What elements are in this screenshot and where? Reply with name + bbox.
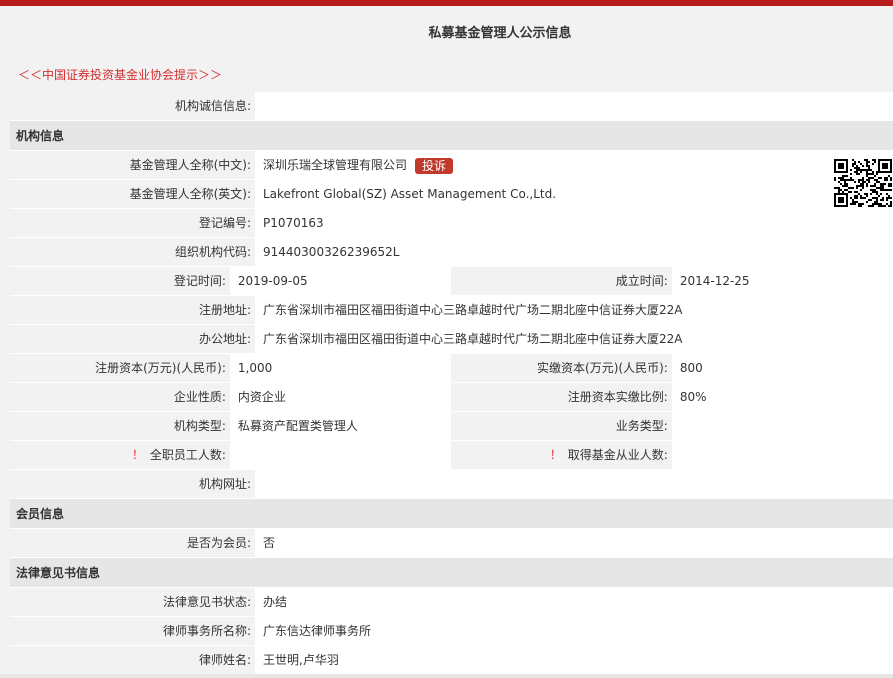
value-est-time: 2014-12-25 [671,267,893,295]
label-paid-capital: 实缴资本(万元)(人民币): [451,354,672,382]
row-is-member: 是否为会员: 否 [10,529,893,558]
label-qualified-cell: ！ 取得基金从业人数: [451,441,672,469]
value-website [255,470,893,498]
value-staff [229,441,452,469]
value-qualified [671,441,893,469]
label-is-member: 是否为会员: [10,529,255,557]
value-biz-type [671,412,893,440]
label-nature: 企业性质: [10,383,230,411]
value-org-code: 91440300326239652L [255,238,893,266]
value-reg-capital: 1,000 [229,354,452,382]
label-biz-type: 业务类型: [451,412,672,440]
row-legal-status: 法律意见书状态: 办结 [10,588,893,617]
label-est-time: 成立时间: [451,267,672,295]
label-reg-capital: 注册资本(万元)(人民币): [10,354,230,382]
value-is-member: 否 [255,529,893,557]
label-reg-no: 登记编号: [10,209,255,237]
complain-button[interactable]: 投诉 [415,157,454,174]
row-capital: 注册资本(万元)(人民币): 1,000 实缴资本(万元)(人民币): 800 [10,354,893,383]
section-legal-info: 法律意见书信息 [10,558,893,588]
warning-icon: ！ [549,448,562,462]
warning-icon: ！ [131,448,144,462]
value-office-addr: 广东省深圳市福田区福田街道中心三路卓越时代广场二期北座中信证券大厦22A [255,325,893,353]
section-org-info: 机构信息 [10,121,893,151]
label-reg-addr: 注册地址: [10,296,255,324]
row-times: 登记时间: 2019-09-05 成立时间: 2014-12-25 [10,267,893,296]
label-credit: 机构诚信信息: [10,92,255,120]
label-law-firm: 律师事务所名称: [10,617,255,645]
label-office-addr: 办公地址: [10,325,255,353]
label-website: 机构网址: [10,470,255,498]
row-website: 机构网址: [10,470,893,499]
value-org-type: 私募资产配置类管理人 [229,412,452,440]
association-notice-link[interactable]: ＜＜中国证券投资基金业协会提示＞＞ [18,66,222,83]
row-type: 机构类型: 私募资产配置类管理人 业务类型: [10,412,893,441]
row-org-code: 组织机构代码: 91440300326239652L [10,238,893,267]
label-org-type: 机构类型: [10,412,230,440]
value-nature: 内资企业 [229,383,452,411]
row-office-addr: 办公地址: 广东省深圳市福田区福田街道中心三路卓越时代广场二期北座中信证券大厦2… [10,325,893,354]
label-lawyer: 律师姓名: [10,646,255,674]
row-nature: 企业性质: 内资企业 注册资本实缴比例: 80% [10,383,893,412]
value-reg-addr: 广东省深圳市福田区福田街道中心三路卓越时代广场二期北座中信证券大厦22A [255,296,893,324]
value-reg-no: P1070163 [255,209,893,237]
value-legal-status: 办结 [255,588,893,616]
label-reg-time: 登记时间: [10,267,230,295]
label-paid-ratio: 注册资本实缴比例: [451,383,672,411]
row-reg-addr: 注册地址: 广东省深圳市福田区福田街道中心三路卓越时代广场二期北座中信证券大厦2… [10,296,893,325]
label-staff-cell: ！ 全职员工人数: [10,441,230,469]
row-lawyer: 律师姓名: 王世明,卢华羽 [10,646,893,675]
row-staff: ！ 全职员工人数: ！ 取得基金从业人数: [10,441,893,470]
label-name-cn: 基金管理人全称(中文): [10,151,255,179]
row-law-firm: 律师事务所名称: 广东信达律师事务所 [10,617,893,646]
bottom-divider [0,674,893,678]
value-name-cn: 深圳乐瑞全球管理有限公司 [263,158,408,172]
label-qualified: 取得基金从业人数: [567,448,668,462]
row-credit: 机构诚信信息: [10,92,893,121]
qr-code-icon[interactable] [833,158,893,208]
value-lawyer: 王世明,卢华羽 [255,646,893,674]
value-credit [255,92,893,120]
page-title: 私募基金管理人公示信息 [428,26,572,41]
label-staff: 全职员工人数: [149,448,226,462]
row-reg-no: 登记编号: P1070163 [10,209,893,238]
value-paid-capital: 800 [671,354,893,382]
label-org-code: 组织机构代码: [10,238,255,266]
value-law-firm: 广东信达律师事务所 [255,617,893,645]
label-name-en: 基金管理人全称(英文): [10,180,255,208]
top-accent-bar [0,0,893,6]
value-paid-ratio: 80% [671,383,893,411]
label-legal-status: 法律意见书状态: [10,588,255,616]
value-reg-time: 2019-09-05 [229,267,452,295]
section-member-info: 会员信息 [10,499,893,529]
